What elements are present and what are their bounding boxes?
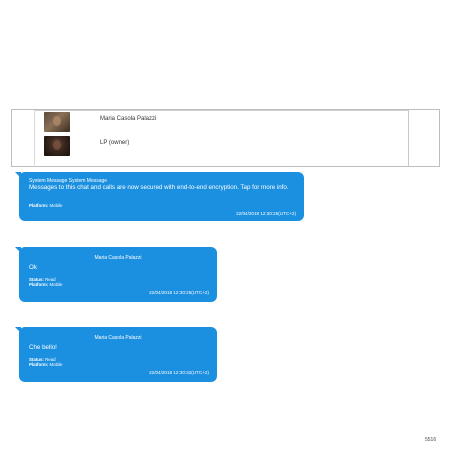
platform-label: Platform: — [29, 282, 49, 287]
participant-row: LP (owner) — [42, 136, 372, 158]
message-sender: Maria Casola Palazzi — [94, 335, 142, 341]
message-timestamp: 22/04/2018 12:30:32(UTC+2) — [149, 370, 209, 375]
message-bubble: Maria Casola Palazzi Che bello! Status: … — [15, 327, 217, 382]
message-bubble: Maria Casola Palazzi Ok Status: Read Pla… — [15, 247, 217, 302]
avatar — [44, 112, 70, 132]
message-timestamp: 22/04/2018 12:30:25(UTC+2) — [236, 211, 296, 216]
participant-name: Maria Casola Palazzi — [100, 116, 157, 122]
panel-right-column — [408, 110, 409, 167]
participants-panel: Maria Casola Palazzi LP (owner) — [11, 109, 440, 167]
platform-value: Mobile — [49, 203, 63, 208]
message-platform: Platform: Mobile — [29, 282, 62, 288]
message-text: Messages to this chat and calls are now … — [29, 184, 289, 191]
participant-name: LP (owner) — [100, 140, 130, 146]
platform-value: Mobile — [49, 362, 63, 367]
platform-label: Platform: — [29, 362, 49, 367]
panel-divider — [35, 110, 408, 111]
system-message-bubble: System Message System Message Messages t… — [15, 172, 304, 221]
message-timestamp: 22/04/2018 12:30:25(UTC+2) — [149, 290, 209, 295]
page-number: 5516 — [425, 437, 437, 443]
panel-left-column — [34, 110, 35, 167]
platform-label: Platform: — [29, 203, 49, 208]
platform-value: Mobile — [49, 282, 63, 287]
avatar — [44, 136, 70, 156]
message-sender: Maria Casola Palazzi — [94, 255, 142, 261]
participant-row: Maria Casola Palazzi — [42, 112, 372, 134]
message-platform: Platform: Mobile — [29, 362, 62, 368]
message-text: Ok — [29, 264, 37, 271]
message-text: Che bello! — [29, 344, 57, 351]
message-platform: Platform: Mobile — [29, 203, 62, 209]
